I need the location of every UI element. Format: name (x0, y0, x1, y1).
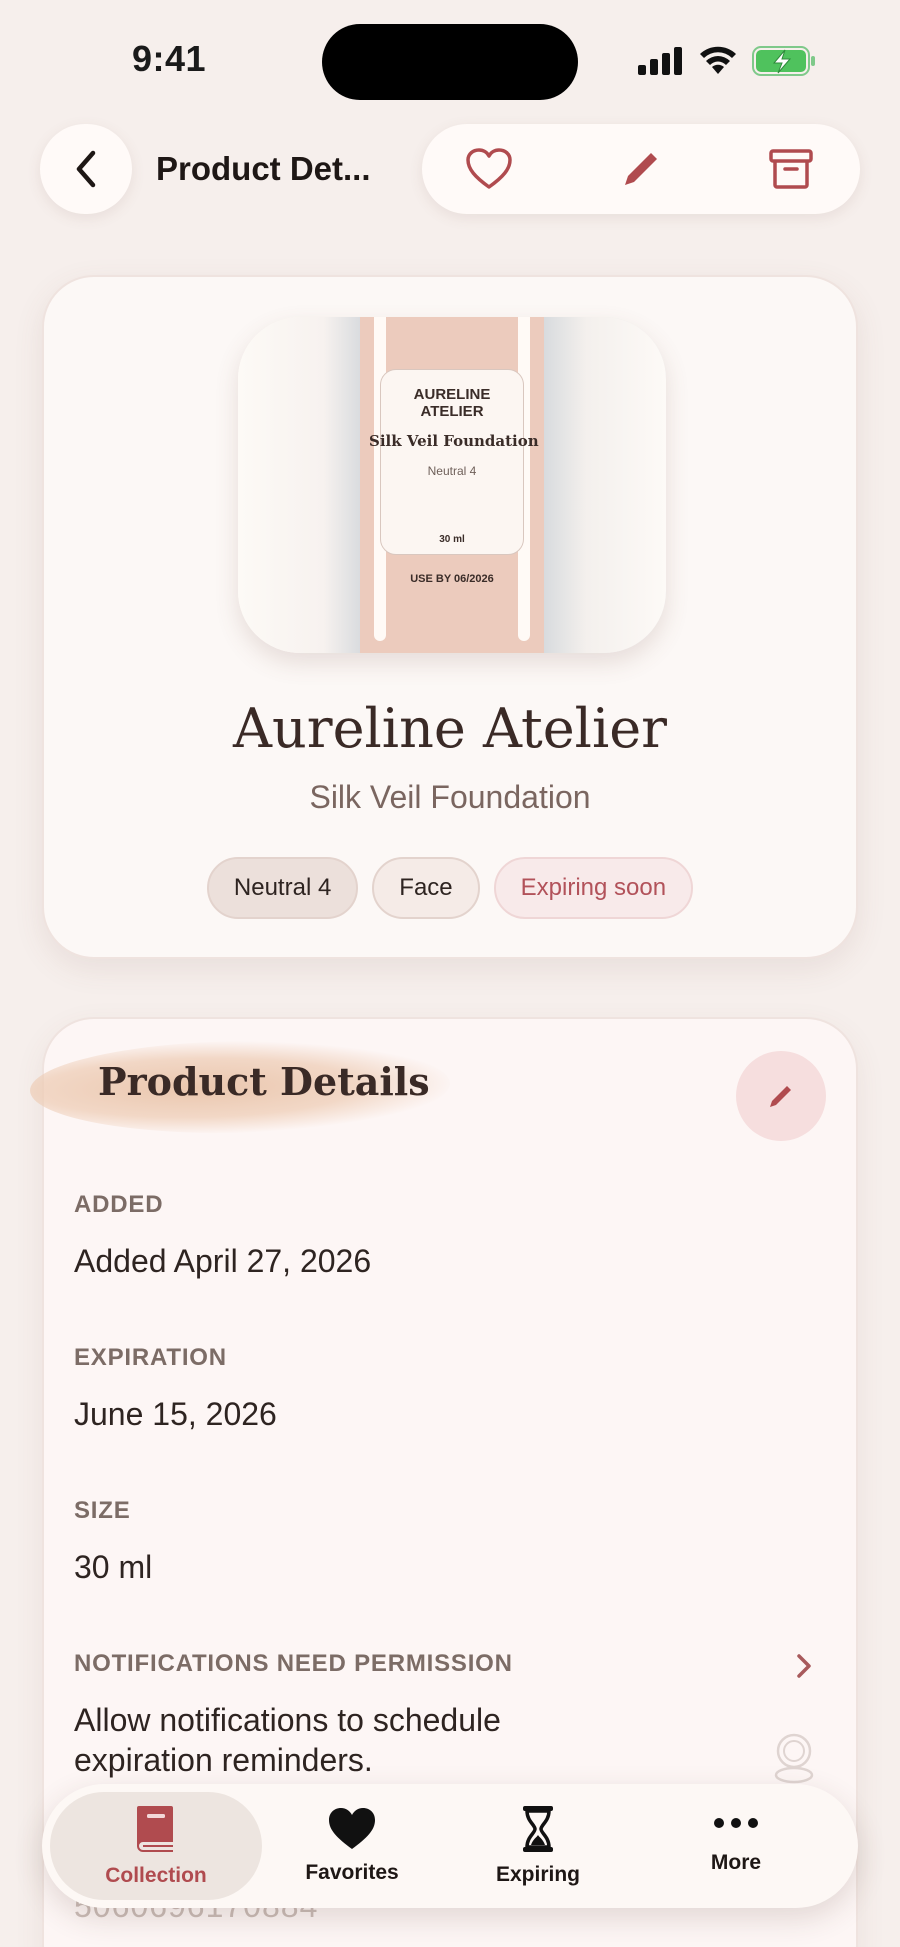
tab-favorites[interactable]: Favorites (262, 1792, 442, 1900)
battery-charging-icon (752, 46, 815, 76)
chevron-right-icon (797, 1654, 811, 1678)
product-name: Silk Veil Foundation (309, 779, 591, 815)
header-actions (422, 124, 860, 214)
pencil-icon (625, 153, 657, 185)
tab-expiring[interactable]: Expiring (448, 1792, 628, 1900)
field-label: ADDED (74, 1191, 164, 1218)
notifications-permission-row[interactable]: NOTIFICATIONS NEED PERMISSION Allow noti… (74, 1650, 814, 1780)
chevron-left-icon (76, 150, 96, 188)
field-value: June 15, 2026 (74, 1396, 277, 1432)
product-hero-card: AURELINE ATELIER Silk Veil Foundation Ne… (42, 275, 858, 959)
tab-label: Favorites (305, 1861, 399, 1884)
ellipsis-icon (714, 1818, 758, 1828)
tab-label: More (710, 1851, 762, 1874)
signal-icon (638, 47, 682, 75)
chip-expiring-status[interactable]: Expiring soon (493, 857, 694, 919)
label-brand: AURELINE ATELIER (413, 386, 491, 420)
label-name: Silk Veil Foundation (369, 432, 539, 450)
field-expiration: EXPIRATION June 15, 2026 (74, 1344, 814, 1434)
edit-button[interactable] (616, 144, 666, 194)
dynamic-island (322, 24, 578, 100)
edit-details-button[interactable] (736, 1051, 826, 1141)
tag-chips: Neutral 4 Face Expiring soon (44, 857, 856, 919)
wifi-icon (700, 46, 736, 74)
chip-shade[interactable]: Neutral 4 (206, 857, 359, 919)
status-icons (638, 44, 816, 78)
product-image[interactable]: AURELINE ATELIER Silk Veil Foundation Ne… (238, 317, 666, 653)
pencil-icon (770, 1086, 791, 1107)
compact-mirror-icon (774, 1733, 814, 1784)
back-button[interactable] (40, 124, 132, 214)
tab-label: Collection (105, 1864, 207, 1887)
product-label: AURELINE ATELIER Silk Veil Foundation Ne… (369, 369, 539, 555)
heart-icon (329, 1808, 375, 1849)
field-label: NOTIFICATIONS NEED PERMISSION (74, 1650, 513, 1677)
section-title: Product Details (98, 1059, 430, 1104)
tab-bar: Collection Favorites Expiring More (42, 1784, 858, 1908)
tab-label: Expiring (495, 1863, 580, 1886)
field-label: EXPIRATION (74, 1344, 227, 1371)
tab-more[interactable]: More (646, 1792, 826, 1900)
favorite-button[interactable] (464, 144, 514, 194)
status-time: 9:41 (132, 38, 207, 79)
page-title: Product Det... (156, 150, 371, 187)
chip-category[interactable]: Face (372, 857, 480, 919)
archive-icon (769, 149, 813, 189)
field-value: Added April 27, 2026 (74, 1243, 372, 1279)
book-icon (137, 1806, 173, 1852)
tab-collection[interactable]: Collection (50, 1792, 262, 1900)
field-size: SIZE 30 ml (74, 1497, 814, 1587)
field-added: ADDED Added April 27, 2026 (74, 1191, 814, 1281)
label-shade: Neutral 4 (427, 464, 477, 478)
field-label: SIZE (74, 1497, 131, 1524)
label-use-by: USE BY 06/2026 (410, 573, 494, 585)
heart-outline-icon (466, 148, 512, 189)
field-value: 30 ml (74, 1549, 153, 1585)
hourglass-icon (523, 1806, 553, 1852)
archive-button[interactable] (766, 144, 816, 194)
field-value: Allow notifications to schedule expirati… (74, 1702, 501, 1778)
label-size: 30 ml (439, 534, 465, 545)
product-brand: Aureline Atelier (232, 697, 667, 760)
